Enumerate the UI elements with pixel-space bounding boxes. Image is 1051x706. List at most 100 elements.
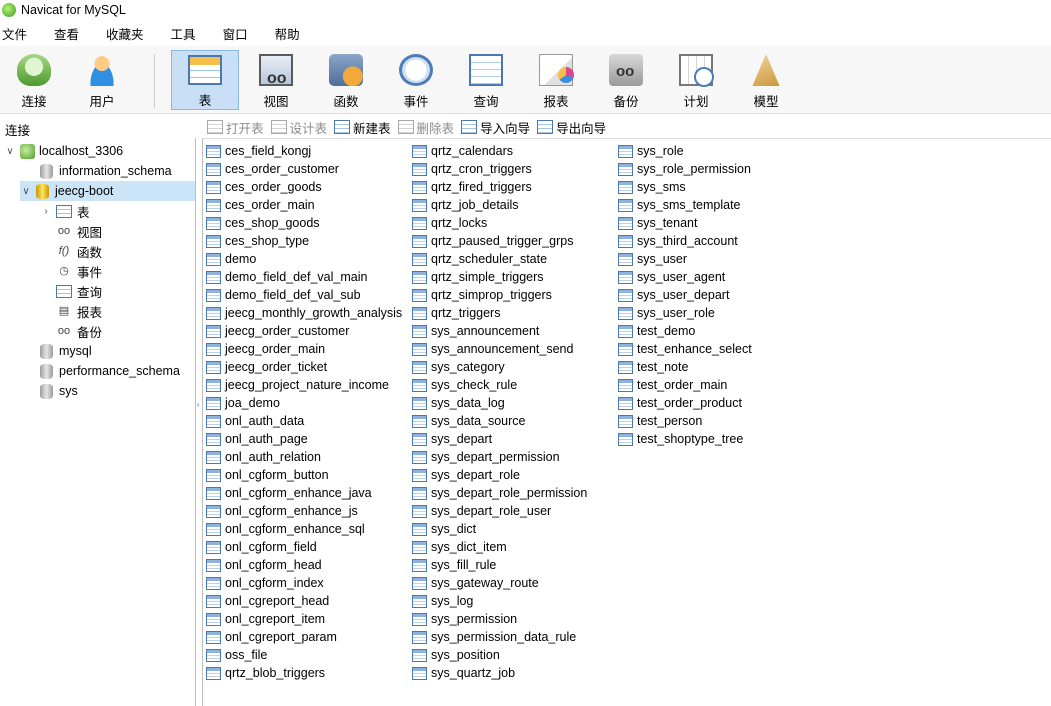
tree-node-functions[interactable]: f() 函数 [56,241,102,261]
table-item[interactable]: jeecg_order_main [206,340,402,358]
table-item[interactable]: demo [206,250,402,268]
table-item[interactable]: onl_auth_page [206,430,402,448]
schedule-button[interactable]: 计划 [662,50,730,110]
table-item[interactable]: qrtz_simprop_triggers [412,286,587,304]
table-item[interactable]: sys_gateway_route [412,574,587,592]
tree-node-views[interactable]: oo 视图 [56,221,102,241]
table-item[interactable]: demo_field_def_val_main [206,268,402,286]
table-item[interactable]: test_shoptype_tree [618,430,752,448]
table-item[interactable]: onl_cgform_enhance_js [206,502,402,520]
table-item[interactable]: onl_cgreport_item [206,610,402,628]
tree-connection[interactable]: ∨ localhost_3306 [4,141,123,161]
table-item[interactable]: sys_user_role [618,304,752,322]
tree-db-information-schema[interactable]: information_schema [40,161,172,181]
tree-node-queries[interactable]: 查询 [56,281,102,301]
table-item[interactable]: sys_role [618,142,752,160]
table-item[interactable]: onl_cgform_index [206,574,402,592]
connection-button[interactable]: 连接 [0,50,68,110]
tree-node-backups[interactable]: oo 备份 [56,321,102,341]
table-item[interactable]: qrtz_fired_triggers [412,178,587,196]
tree-node-tables[interactable]: › 表 [40,201,90,221]
table-item[interactable]: sys_user [618,250,752,268]
backup-button[interactable]: 备份 [592,50,660,110]
menu-favorites[interactable]: 收藏夹 [103,24,158,43]
table-item[interactable]: sys_depart_role_user [412,502,587,520]
table-item[interactable]: oss_file [206,646,402,664]
table-item[interactable]: sys_announcement_send [412,340,587,358]
table-item[interactable]: sys_user_agent [618,268,752,286]
table-item[interactable]: onl_cgform_head [206,556,402,574]
event-button[interactable]: 事件 [382,50,450,110]
table-item[interactable]: sys_announcement [412,322,587,340]
table-item[interactable]: sys_depart_permission [412,448,587,466]
table-item[interactable]: onl_auth_relation [206,448,402,466]
table-item[interactable]: sys_data_source [412,412,587,430]
table-item[interactable]: sys_dict [412,520,587,538]
table-item[interactable]: ces_order_main [206,196,402,214]
table-item[interactable]: sys_fill_rule [412,556,587,574]
table-item[interactable]: ces_field_kongj [206,142,402,160]
table-item[interactable]: sys_permission [412,610,587,628]
menu-window[interactable]: 窗口 [220,24,262,43]
table-item[interactable]: sys_depart [412,430,587,448]
table-item[interactable]: jeecg_monthly_growth_analysis [206,304,402,322]
import-wizard-button[interactable]: 导入向导 [461,118,530,137]
user-button[interactable]: 用户 [68,50,136,110]
table-item[interactable]: joa_demo [206,394,402,412]
table-item[interactable]: qrtz_scheduler_state [412,250,587,268]
tree-db-mysql[interactable]: mysql [40,341,92,361]
design-table-button[interactable]: 设计表 [270,118,327,137]
table-item[interactable]: onl_auth_data [206,412,402,430]
model-button[interactable]: 模型 [732,50,800,110]
table-item[interactable]: demo_field_def_val_sub [206,286,402,304]
table-item[interactable]: ces_shop_type [206,232,402,250]
delete-table-button[interactable]: 删除表 [397,118,454,137]
menu-view[interactable]: 查看 [51,24,93,43]
function-button[interactable]: 函数 [312,50,380,110]
report-button[interactable]: 报表 [522,50,590,110]
table-item[interactable]: test_order_product [618,394,752,412]
table-item[interactable]: qrtz_simple_triggers [412,268,587,286]
table-item[interactable]: test_demo [618,322,752,340]
table-item[interactable]: test_note [618,358,752,376]
table-item[interactable]: qrtz_locks [412,214,587,232]
menu-tools[interactable]: 工具 [168,24,210,43]
table-item[interactable]: onl_cgreport_param [206,628,402,646]
menu-help[interactable]: 帮助 [272,24,314,43]
table-item[interactable]: sys_quartz_job [412,664,587,682]
view-button[interactable]: 视图 [242,50,310,110]
table-button[interactable]: 表 [171,50,239,110]
chevron-down-icon[interactable]: ∨ [20,186,32,197]
table-item[interactable]: sys_category [412,358,587,376]
table-item[interactable]: ces_order_customer [206,160,402,178]
table-item[interactable]: sys_position [412,646,587,664]
menu-file[interactable]: 文件 [0,24,41,43]
table-item[interactable]: onl_cgform_field [206,538,402,556]
table-item[interactable]: qrtz_blob_triggers [206,664,402,682]
table-item[interactable]: onl_cgform_button [206,466,402,484]
table-item[interactable]: sys_third_account [618,232,752,250]
table-item[interactable]: sys_role_permission [618,160,752,178]
table-item[interactable]: sys_sms [618,178,752,196]
table-item[interactable]: sys_data_log [412,394,587,412]
table-item[interactable]: test_person [618,412,752,430]
chevron-down-icon[interactable]: ∨ [4,146,16,157]
table-item[interactable]: sys_depart_role [412,466,587,484]
table-item[interactable]: sys_check_rule [412,376,587,394]
table-item[interactable]: ces_shop_goods [206,214,402,232]
table-item[interactable]: sys_dict_item [412,538,587,556]
export-wizard-button[interactable]: 导出向导 [537,118,606,137]
table-item[interactable]: qrtz_cron_triggers [412,160,587,178]
table-item[interactable]: qrtz_calendars [412,142,587,160]
table-item[interactable]: test_enhance_select [618,340,752,358]
table-item[interactable]: sys_user_depart [618,286,752,304]
table-item[interactable]: qrtz_paused_trigger_grps [412,232,587,250]
open-table-button[interactable]: 打开表 [207,118,264,137]
splitter-handle[interactable]: ‹ [197,360,200,460]
tree-db-sys[interactable]: sys [40,381,78,401]
tree-node-events[interactable]: ◷ 事件 [56,261,102,281]
table-item[interactable]: onl_cgform_enhance_java [206,484,402,502]
table-item[interactable]: qrtz_job_details [412,196,587,214]
table-item[interactable]: sys_log [412,592,587,610]
table-item[interactable]: jeecg_project_nature_income [206,376,402,394]
